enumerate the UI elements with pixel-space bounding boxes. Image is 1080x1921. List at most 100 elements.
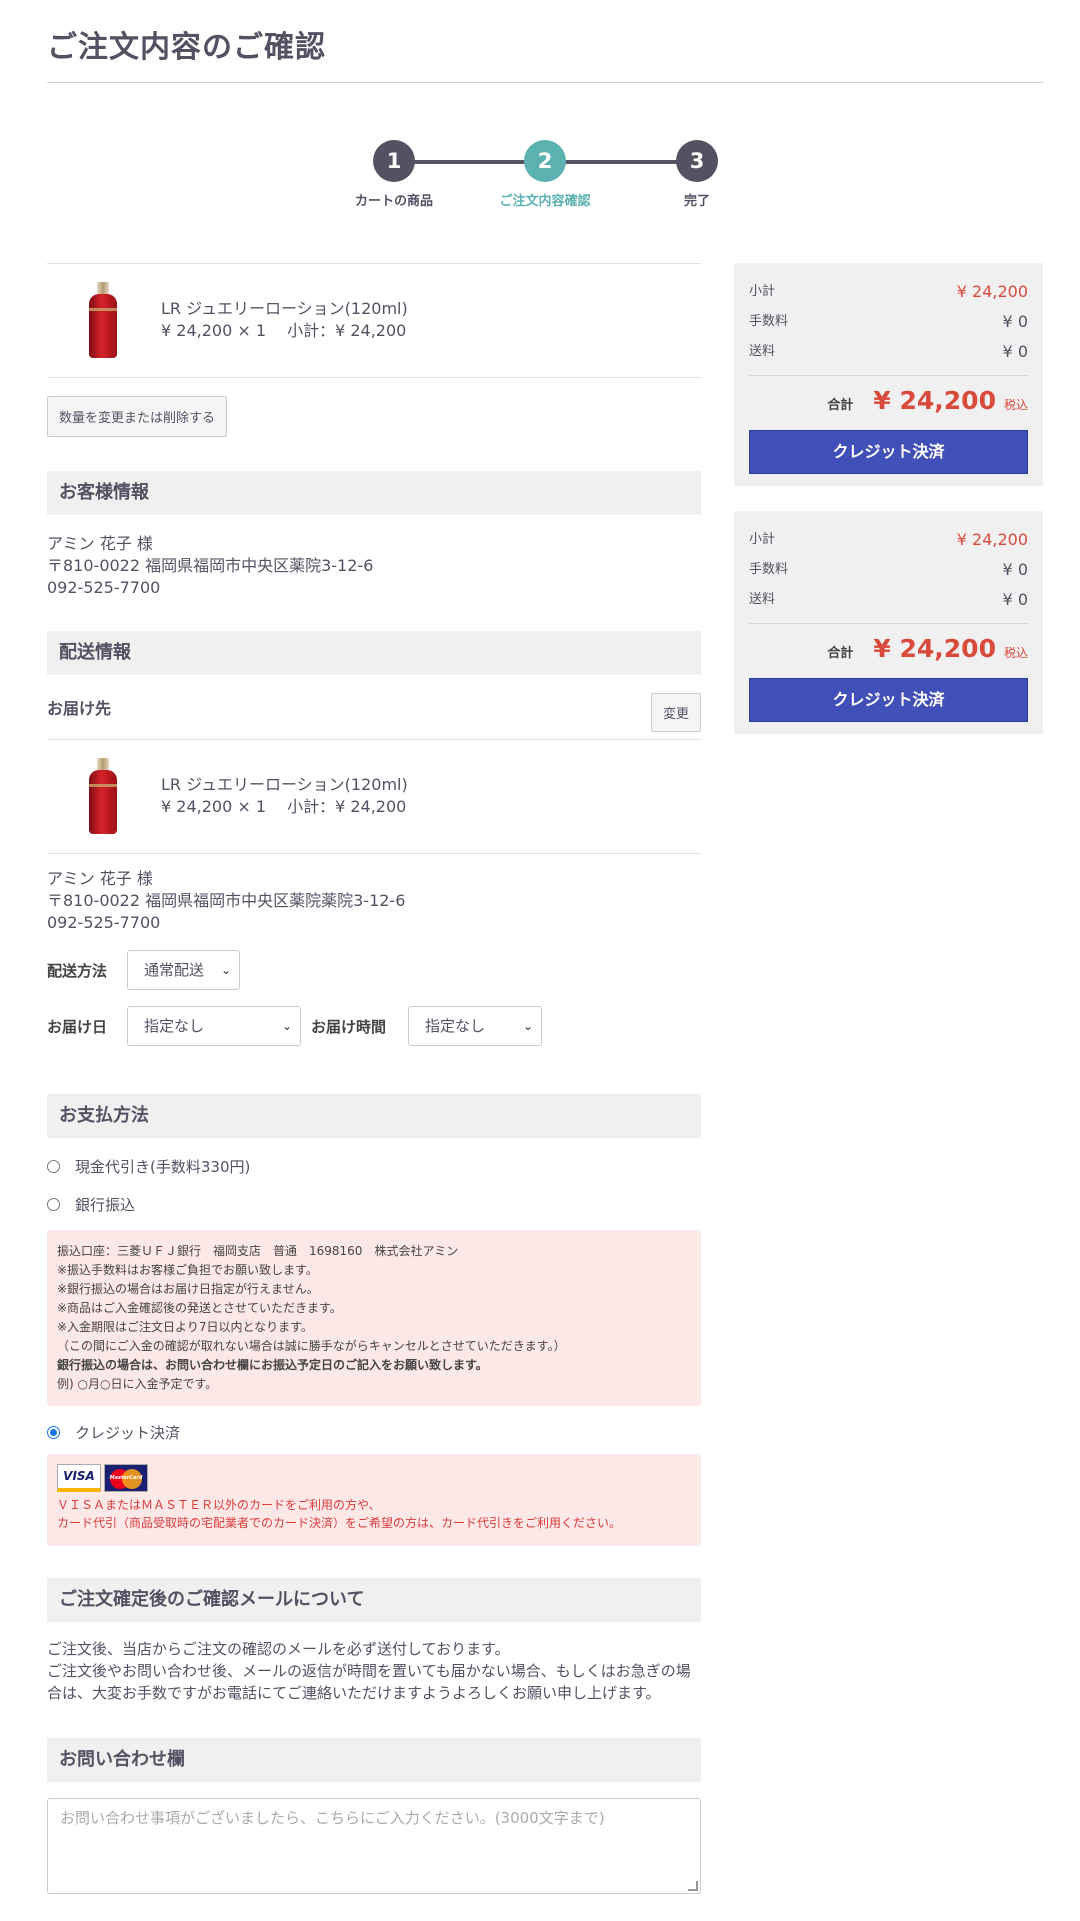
payment-option-label: 銀行振込 [75,1195,136,1214]
subtotal-value: ¥ 24,200 [956,530,1028,549]
step-number: 2 [524,140,566,182]
credit-payment-button[interactable]: クレジット決済 [749,430,1028,474]
step-confirm: 2 ご注文内容確認 [485,140,605,209]
customer-name: アミン 花子 様 [47,534,153,553]
bank-note: 振込口座：三菱ＵＦＪ銀行 福岡支店 普通 1698160 株式会社アミン [57,1244,459,1258]
shipping-fee-label: 送料 [749,344,776,359]
summary-fee: 手数料 ¥ 0 [749,555,1028,585]
chevron-down-icon: ⌄ [522,1019,533,1033]
payment-option-label: クレジット決済 [75,1423,181,1442]
product-name: LR ジュエリーローション(120ml) [161,775,408,794]
shipping-fee-value: ¥ 0 [1002,342,1028,361]
mail-notice-text: ご注文後、当店からご注文の確認のメールを必ず送付しております。 ご注文後やお問い… [47,1638,701,1704]
fee-label: 手数料 [749,314,789,329]
mail-notice-line: ご注文後、当店からご注文の確認のメールを必ず送付しております。 [47,1640,510,1658]
change-destination-button[interactable]: 変更 [650,693,701,732]
radio-button[interactable] [47,1159,60,1173]
page-title: ご注文内容のご確認 [47,30,326,65]
divider [749,375,1028,376]
customer-phone: 092-525-7700 [47,578,161,597]
order-summary-top: 小計 ¥ 24,200 手数料 ¥ 0 送料 ¥ 0 合計 ¥ 24,200 税込 ク… [734,263,1043,486]
recipient-address: 〒810-0022 福岡県福岡市中央区薬院薬院3-12-6 [47,891,406,910]
delivery-time-value: 指定なし [425,1017,486,1035]
tax-label: 税込 [1003,398,1028,412]
delivery-date-value: 指定なし [144,1017,205,1035]
customer-info-heading: お客様情報 [47,471,701,515]
total-value: ¥ 24,200 [873,386,996,415]
bank-note: 例) ○月○日に入金予定です。 [57,1377,218,1391]
total-label: 合計 [827,398,854,413]
total-label: 合計 [827,646,854,661]
card-brands: VISA MasterCard [57,1464,691,1492]
inquiry-placeholder: お問い合わせ事項がございましたら、こちらにご入力ください。(3000文字まで) [60,1809,605,1827]
step-number: 3 [676,140,718,182]
product-image [89,282,117,358]
bank-note: ※商品はご入金確認後の発送とさせていただきます。 [57,1301,342,1315]
customer-info: アミン 花子 様 〒810-0022 福岡県福岡市中央区薬院3-12-6 092… [47,533,701,599]
divider [749,623,1028,624]
subtotal-label: 小計 [749,532,776,547]
bank-note: ※振込手数料はお客様ご負担でお願い致します。 [57,1263,318,1277]
delivery-dest-row: お届け先 変更 [47,675,701,739]
fee-value: ¥ 0 [1002,312,1028,331]
title-divider [47,82,1043,83]
delivery-date-label: お届け日 [47,1017,108,1036]
mastercard-icon: MasterCard [104,1464,148,1492]
payment-option-credit[interactable]: クレジット決済 [47,1420,701,1444]
step-label: ご注文内容確認 [499,194,591,209]
delivery-time-label: お届け時間 [311,1017,387,1036]
resize-handle-icon[interactable] [688,1881,698,1891]
cart-item: LR ジュエリーローション(120ml) ¥ 24,200 × 1 小計：¥ 2… [47,264,701,377]
radio-button[interactable] [47,1197,60,1211]
shipping-method-label: 配送方法 [47,961,108,980]
payment-option-label: 現金代引き(手数料330円) [75,1157,251,1176]
product-price-line: ¥ 24,200 × 1 小計：¥ 24,200 [161,321,407,340]
shipping-method-select[interactable]: 通常配送 ⌄ [127,950,240,990]
delivery-dest-label: お届け先 [47,699,112,718]
step-cart: 1 カートの商品 [334,140,454,209]
step-label: カートの商品 [354,194,433,209]
inquiry-textarea[interactable]: お問い合わせ事項がございましたら、こちらにご入力ください。(3000文字まで) [47,1798,701,1894]
order-main-column: LR ジュエリーローション(120ml) ¥ 24,200 × 1 小計：¥ 2… [47,263,701,1894]
delivery-date-row: お届け日 指定なし ⌄ お届け時間 指定なし ⌄ [47,1006,701,1046]
chevron-down-icon: ⌄ [220,963,231,977]
delivery-date-select[interactable]: 指定なし ⌄ [127,1006,301,1046]
mail-notice-heading: ご注文確定後のご確認メールについて [47,1578,701,1622]
recipient-phone: 092-525-7700 [47,913,161,932]
step-number: 1 [373,140,415,182]
shipping-method-row: 配送方法 通常配送 ⌄ [47,950,701,990]
credit-note: カード代引（商品受取時の宅配業者でのカード決済）をご希望の方は、カード代引きをご… [57,1516,622,1530]
mastercard-text: MasterCard [109,1474,143,1481]
order-summary-bottom: 小計 ¥ 24,200 手数料 ¥ 0 送料 ¥ 0 合計 ¥ 24,200 税込 ク… [734,511,1043,734]
subtotal-label: 小計 [749,284,776,299]
credit-note: ＶＩＳＡまたはＭＡＳＴＥＲ以外のカードをご利用の方や、 [57,1498,381,1512]
checkout-steps: 1 カートの商品 2 ご注文内容確認 3 完了 [0,140,1080,220]
change-quantity-button[interactable]: 数量を変更または削除する [47,396,228,437]
recipient-name: アミン 花子 様 [47,869,153,888]
customer-address: 〒810-0022 福岡県福岡市中央区薬院3-12-6 [47,556,374,575]
summary-subtotal: 小計 ¥ 24,200 [749,525,1028,555]
payment-heading: お支払方法 [47,1094,701,1138]
visa-card-icon: VISA [57,1464,101,1492]
payment-option-bank[interactable]: 銀行振込 [47,1192,701,1216]
radio-button[interactable] [47,1425,60,1439]
shipping-fee-label: 送料 [749,592,776,607]
credit-payment-button[interactable]: クレジット決済 [749,678,1028,722]
summary-subtotal: 小計 ¥ 24,200 [749,277,1028,307]
shipping-fee-value: ¥ 0 [1002,590,1028,609]
delivery-time-select[interactable]: 指定なし ⌄ [408,1006,542,1046]
inquiry-heading: お問い合わせ欄 [47,1738,701,1782]
bank-note: ※銀行振込の場合はお届け日指定が行えません。 [57,1282,319,1296]
tax-label: 税込 [1003,646,1028,660]
payment-option-cod[interactable]: 現金代引き(手数料330円) [47,1154,701,1178]
summary-total: 合計 ¥ 24,200 税込 [749,386,1028,422]
summary-total: 合計 ¥ 24,200 税込 [749,634,1028,670]
total-value: ¥ 24,200 [873,634,996,663]
product-name: LR ジュエリーローション(120ml) [161,299,408,318]
product-image [89,758,117,834]
bank-transfer-notice: 振込口座：三菱ＵＦＪ銀行 福岡支店 普通 1698160 株式会社アミン ※振込… [47,1230,701,1406]
fee-label: 手数料 [749,562,789,577]
step-label: 完了 [683,194,710,209]
cart-item-text: LR ジュエリーローション(120ml) ¥ 24,200 × 1 小計：¥ 2… [161,298,408,342]
step-complete: 3 完了 [637,140,757,209]
